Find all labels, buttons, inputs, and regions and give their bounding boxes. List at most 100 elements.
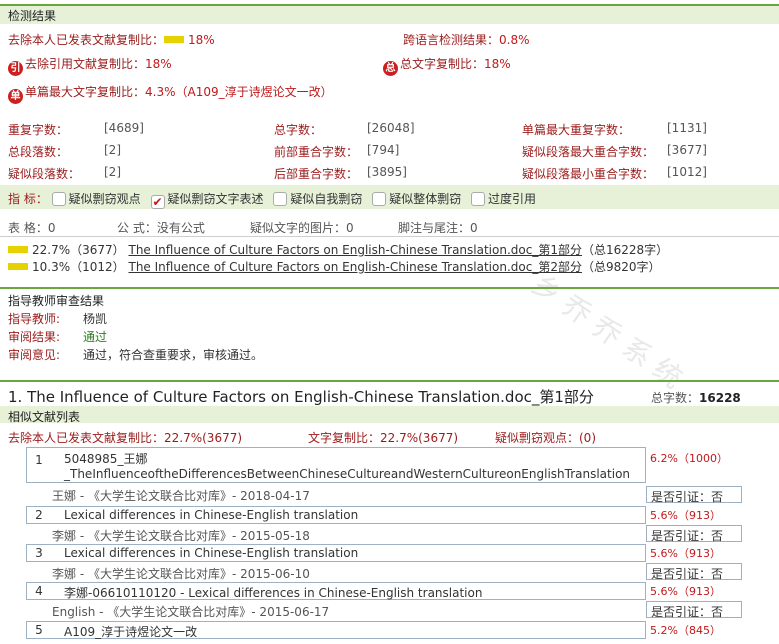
doc-number: 2 [35,508,43,522]
stat-repeat-chars: 重复字数： [8,123,69,137]
stat-total-paragraphs-value: [2] [104,143,121,157]
doc-percent: 5.6%（913） [650,509,721,522]
doc-source: English - 《大学生论文联合比对库》- 2015-06-17 [52,605,330,619]
divider [0,236,779,237]
part-row: 10.3%（1012） The Influence of Culture Fac… [8,258,661,275]
checkbox-icon[interactable] [372,192,387,206]
checkbox-icon[interactable] [51,192,66,206]
indicator-option[interactable]: ✔ 疑似剽窃文字表述 [150,192,264,209]
doc-title[interactable]: 李娜-06610110120 - Lexical differences in … [64,584,482,601]
images-count: 疑似文字的图片：0 [250,221,354,235]
review-result: 通过 [83,330,108,344]
checkbox-icon[interactable] [273,192,288,206]
cross-language-value: 0.8% [499,33,530,47]
review-opinion-label: 审阅意见: [8,348,61,362]
total-copy-rate: 总总文字复制比：18% [383,55,511,76]
indicator-label: 指 标： [8,192,48,206]
yellow-bar-icon [8,263,28,270]
total-copy-label: 总文字复制比： [400,57,485,71]
checkmark-icon[interactable]: ✔ [150,195,165,209]
similar-docs-header: 相似文献列表 [8,410,81,424]
total-copy-value: 18% [484,57,511,71]
excl-copy-rate: 去除本人已发表文献复制比： 18% [8,31,215,48]
part-row: 22.7%（3677） The Influence of Culture Fac… [8,241,668,258]
list-header-bar [0,406,779,423]
part-link[interactable]: The Influence of Culture Factors on Engl… [129,243,582,257]
tables-count: 表 格：0 [8,221,56,235]
doc-source: 李娜 - 《大学生论文联合比对库》- 2015-05-18 [52,529,310,543]
doc-number: 4 [35,584,43,598]
cross-language-label: 跨语言检测结果： [403,33,500,47]
indicator-option[interactable]: 过度引用 [471,192,536,206]
stat-para-min-overlap: 疑似段落最小重合字数： [522,167,655,181]
formulas-info: 公 式：没有公式 [117,221,205,235]
quote-excl-value: 18% [145,57,172,71]
total-circle-icon: 总 [383,61,398,76]
doc-cite: 是否引证：否 [651,567,724,581]
section-title: 1. The Influence of Culture Factors on E… [8,388,594,406]
single-max-value: 4.3%（A109_淳于诗煜论文一改） [145,85,333,99]
indicator-row: 指 标： 疑似剽窃观点 ✔ 疑似剽窃文字表述 疑似自我剽窃 疑似整体剽窃 过度引用 [8,190,536,209]
detection-header: 检测结果 [8,9,57,23]
watermark: 乡 乔 乔 系 统 [525,267,689,396]
doc-percent: 5.2%（845） [650,624,721,637]
doc-percent: 5.6%（913） [650,547,721,560]
stat-suspect-paragraphs: 疑似段落数： [8,167,81,181]
doc-title[interactable]: 5048985_王娜 [64,450,147,467]
doc-number: 5 [35,623,43,637]
divider [0,4,779,6]
footnotes-count: 脚注与尾注：0 [398,221,478,235]
section-suspect: 疑似剽窃观点：(0) [495,431,596,445]
stat-repeat-chars-value: [4689] [104,121,144,135]
stat-para-min-overlap-value: [1012] [667,165,707,179]
doc-title[interactable]: Lexical differences in Chinese-English t… [64,508,358,522]
checkbox-icon[interactable] [471,192,486,206]
section-total: 总字数：16228 [651,391,741,405]
quote-excl-label: 去除引用文献复制比： [25,57,146,71]
yellow-bar-icon [8,246,28,253]
part-link[interactable]: The Influence of Culture Factors on Engl… [129,260,582,274]
doc-cite: 是否引证：否 [651,490,724,504]
divider [0,380,779,382]
quote-excl-rate: 引去除引用文献复制比：18% [8,55,172,76]
section-excl-rate: 去除本人已发表文献复制比：22.7%(3677) [8,431,243,445]
stat-single-max-repeat: 单篇最大重复字数： [522,123,631,137]
review-result-label: 审阅结果: [8,330,61,344]
doc-title-line2[interactable]: _TheInfluenceoftheDifferencesBetweenChin… [64,467,630,481]
stat-para-max-overlap: 疑似段落最大重合字数： [522,145,655,159]
excl-copy-label: 去除本人已发表文献复制比： [8,33,165,47]
review-opinion: 通过，符合查重要求，审核通过。 [83,348,264,362]
doc-source: 王娜 - 《大学生论文联合比对库》- 2018-04-17 [52,489,310,503]
doc-source: 李娜 - 《大学生论文联合比对库》- 2015-06-10 [52,567,310,581]
indicator-option[interactable]: 疑似整体剽窃 [372,192,461,206]
cross-language-result: 跨语言检测结果：0.8% [403,31,530,48]
stat-total-paragraphs: 总段落数： [8,145,69,159]
indicator-option[interactable]: 疑似自我剽窃 [273,192,362,206]
single-max-label: 单篇最大文字复制比： [25,85,146,99]
stat-rear-overlap-value: [3895] [367,165,407,179]
single-circle-icon: 单 [8,89,23,104]
doc-percent: 6.2%（1000） [650,452,728,465]
quote-circle-icon: 引 [8,61,23,76]
stat-rear-overlap: 后部重合字数： [274,167,359,181]
doc-title[interactable]: Lexical differences in Chinese-English t… [64,546,358,560]
section-text-copy: 文字复制比：22.7%(3677) [308,431,459,445]
stat-suspect-paragraphs-value: [2] [104,165,121,179]
doc-title[interactable]: A109_淳于诗煜论文一改 [64,623,197,640]
single-max-rate: 单单篇最大文字复制比：4.3%（A109_淳于诗煜论文一改） [8,83,333,104]
stat-total-chars: 总字数： [274,123,323,137]
indicator-option[interactable]: 疑似剽窃观点 [51,192,141,206]
review-header: 指导教师审查结果 [8,294,105,308]
detection-header-bar [0,4,779,24]
doc-percent: 5.6%（913） [650,585,721,598]
doc-number: 3 [35,546,43,560]
excl-copy-value: 18% [188,33,215,47]
teacher-name: 杨凯 [83,312,108,326]
teacher-label: 指导教师: [8,312,61,326]
divider [0,287,779,289]
doc-cite: 是否引证：否 [651,529,724,543]
yellow-bar-icon [164,36,185,43]
doc-cite: 是否引证：否 [651,605,724,619]
stat-single-max-repeat-value: [1131] [667,121,707,135]
stat-front-overlap-value: [794] [367,143,400,157]
